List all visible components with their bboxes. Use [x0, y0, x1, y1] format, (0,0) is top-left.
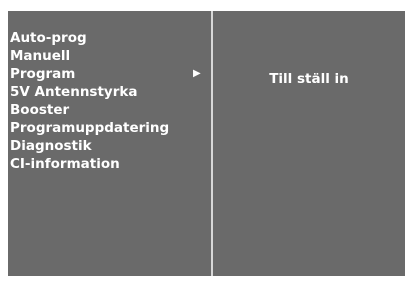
menu-item-booster[interactable]: Booster	[8, 101, 211, 119]
menu-item-program[interactable]: Program ▶	[8, 65, 211, 83]
menu-list: Auto-prog Manuell Program ▶ 5V Antennsty…	[8, 29, 211, 173]
menu-item-label: Auto-prog	[10, 30, 87, 46]
menu-item-label: Booster	[10, 102, 70, 118]
menu-item-programuppdatering[interactable]: Programuppdatering	[8, 119, 211, 137]
menu-item-label: Programuppdatering	[10, 120, 170, 136]
menu-item-manuell[interactable]: Manuell	[8, 47, 211, 65]
menu-pane: Auto-prog Manuell Program ▶ 5V Antennsty…	[8, 11, 211, 276]
menu-item-label: CI-information	[10, 156, 120, 172]
menu-item-ci-information[interactable]: CI-information	[8, 155, 211, 173]
menu-item-auto-prog[interactable]: Auto-prog	[8, 29, 211, 47]
menu-item-label: Diagnostik	[10, 138, 92, 154]
menu-item-label: 5V Antennstyrka	[10, 84, 138, 100]
submenu-arrow-icon: ▶	[193, 68, 201, 79]
menu-item-label: Manuell	[10, 48, 71, 64]
menu-item-antennstyrka[interactable]: 5V Antennstyrka	[8, 83, 211, 101]
menu-item-diagnostik[interactable]: Diagnostik	[8, 137, 211, 155]
submenu-pane: Till ställ in	[213, 11, 405, 276]
menu-item-label: Program	[10, 66, 76, 82]
tv-osd-menu: Auto-prog Manuell Program ▶ 5V Antennsty…	[8, 11, 405, 276]
submenu-hint-text: Till ställ in	[269, 71, 349, 87]
